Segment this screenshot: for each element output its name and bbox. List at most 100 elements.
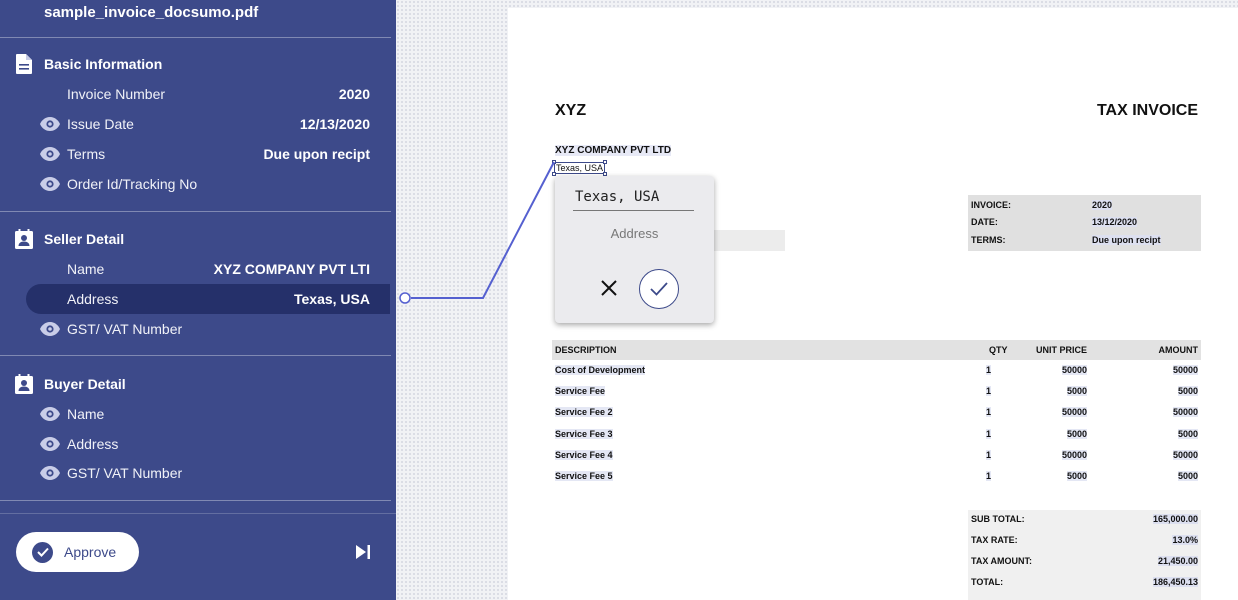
table-row[interactable]: Service Fee 3 1 5000 5000: [552, 427, 1201, 443]
field-seller-address[interactable]: Address Texas, USA: [26, 284, 390, 314]
divider: [0, 211, 391, 212]
eye-icon[interactable]: [40, 437, 60, 451]
field-label: Invoice Number: [67, 86, 166, 102]
table-row[interactable]: Service Fee 4 1 50000 50000: [552, 448, 1201, 464]
resize-handle[interactable]: [603, 160, 608, 164]
meta-row: DATE: 13/12/2020: [971, 217, 1196, 231]
field-buyer-gst[interactable]: GST/ VAT Number: [26, 458, 390, 488]
cell-amount: 5000: [1177, 471, 1198, 481]
fields-sidebar: sample_invoice_docsumo.pdf Basic Informa…: [0, 0, 396, 600]
meta-row: INVOICE: 2020: [971, 200, 1196, 214]
header-qty: QTY: [989, 345, 1008, 355]
close-icon[interactable]: [598, 277, 620, 299]
header-unit-price: UNIT PRICE: [1035, 345, 1087, 355]
total-row: TOTAL: 186,450.13: [971, 577, 1198, 591]
table-row[interactable]: Service Fee 1 5000 5000: [552, 384, 1201, 400]
field-label: Address: [67, 436, 119, 452]
blank-region: [714, 230, 785, 251]
resize-handle[interactable]: [552, 172, 556, 176]
cell-unit-price: 50000: [1061, 407, 1087, 417]
total-key: TAX RATE:: [971, 535, 1018, 545]
cell-amount: 50000: [1172, 365, 1198, 375]
invoice-company-name[interactable]: XYZ COMPANY PVT LTD: [555, 145, 672, 156]
divider: [0, 500, 391, 501]
skip-next-icon[interactable]: [354, 544, 372, 560]
section-seller-detail[interactable]: Seller Detail: [14, 228, 124, 250]
cell-unit-price: 50000: [1061, 365, 1087, 375]
eye-icon[interactable]: [40, 407, 60, 421]
file-name: sample_invoice_docsumo.pdf: [44, 4, 259, 21]
cell-qty: 1: [986, 450, 992, 460]
invoice-meta-box: INVOICE: 2020 DATE: 13/12/2020 TERMS: Du…: [968, 195, 1201, 251]
eye-icon[interactable]: [40, 117, 60, 131]
header-description: DESCRIPTION: [555, 345, 617, 355]
field-buyer-name[interactable]: Name: [26, 399, 390, 429]
field-buyer-address[interactable]: Address: [26, 429, 390, 459]
cell-amount: 50000: [1172, 407, 1198, 417]
cell-description: Service Fee 2: [555, 407, 613, 417]
table-row[interactable]: Cost of Development 1 50000 50000: [552, 363, 1201, 379]
total-row: TAX RATE: 13.0%: [971, 535, 1198, 549]
eye-icon[interactable]: [40, 177, 60, 191]
document-icon: [14, 54, 34, 74]
totals-box: SUB TOTAL: 165,000.00 TAX RATE: 13.0% TA…: [968, 510, 1201, 600]
field-value: 12/13/2020: [299, 116, 370, 132]
meta-value[interactable]: 2020: [1092, 200, 1113, 210]
cell-qty: 1: [986, 407, 992, 417]
field-label: Order Id/Tracking No: [67, 176, 198, 192]
cell-qty: 1: [986, 365, 992, 375]
total-value[interactable]: 21,450.00: [1157, 556, 1198, 566]
invoice-address-highlight[interactable]: Texas, USA: [552, 160, 608, 176]
total-value[interactable]: 186,450.13: [1152, 577, 1198, 587]
field-value: XYZ COMPANY PVT LTI: [213, 261, 370, 277]
cell-description: Service Fee 5: [555, 471, 613, 481]
approve-button[interactable]: Approve: [16, 532, 139, 572]
total-key: SUB TOTAL:: [971, 514, 1025, 524]
total-row: SUB TOTAL: 165,000.00: [971, 514, 1198, 528]
total-value[interactable]: 13.0%: [1172, 535, 1198, 545]
cell-amount: 5000: [1177, 429, 1198, 439]
section-buyer-detail[interactable]: Buyer Detail: [14, 373, 126, 395]
table-row[interactable]: Service Fee 5 1 5000 5000: [552, 469, 1201, 485]
confirm-button[interactable]: [639, 269, 679, 309]
cell-unit-price: 5000: [1066, 386, 1087, 396]
eye-icon[interactable]: [40, 466, 60, 480]
field-terms[interactable]: Terms Due upon recipt: [26, 139, 390, 169]
cell-unit-price: 5000: [1066, 429, 1087, 439]
contact-card-icon: [14, 374, 34, 394]
cell-amount: 50000: [1172, 450, 1198, 460]
field-value-input[interactable]: [573, 184, 694, 211]
field-seller-name[interactable]: Name XYZ COMPANY PVT LTI: [26, 254, 390, 284]
cell-unit-price: 5000: [1066, 471, 1087, 481]
popup-field-label: Address: [610, 226, 659, 241]
cell-qty: 1: [986, 429, 992, 439]
meta-key: INVOICE:: [971, 200, 1012, 210]
field-value: Due upon recipt: [263, 146, 370, 162]
total-value[interactable]: 165,000.00: [1152, 514, 1198, 524]
divider: [0, 37, 391, 38]
section-basic-information[interactable]: Basic Information: [14, 53, 162, 75]
cell-description: Cost of Development: [555, 365, 646, 375]
resize-handle[interactable]: [552, 160, 556, 164]
meta-value[interactable]: 13/12/2020: [1092, 217, 1138, 227]
meta-value[interactable]: Due upon recipt: [1092, 235, 1161, 245]
field-label: Terms: [67, 146, 106, 162]
cell-amount: 5000: [1177, 386, 1198, 396]
meta-key: TERMS:: [971, 235, 1006, 245]
invoice-title: TAX INVOICE: [1096, 102, 1198, 119]
meta-row: TERMS: Due upon recipt: [971, 235, 1196, 249]
field-invoice-number[interactable]: Invoice Number 2020: [26, 79, 390, 109]
meta-key: DATE:: [971, 217, 998, 227]
field-label: Address: [67, 291, 119, 307]
field-seller-gst[interactable]: GST/ VAT Number: [26, 314, 390, 344]
field-label: Issue Date: [67, 116, 134, 132]
eye-icon[interactable]: [40, 147, 60, 161]
table-row[interactable]: Service Fee 2 1 50000 50000: [552, 405, 1201, 421]
field-label: Name: [67, 261, 105, 277]
eye-icon[interactable]: [40, 322, 60, 336]
cell-unit-price: 50000: [1061, 450, 1087, 460]
field-order-id[interactable]: Order Id/Tracking No: [26, 169, 390, 199]
field-label: GST/ VAT Number: [67, 465, 183, 481]
section-title: Basic Information: [44, 56, 163, 72]
field-issue-date[interactable]: Issue Date 12/13/2020: [26, 109, 390, 139]
